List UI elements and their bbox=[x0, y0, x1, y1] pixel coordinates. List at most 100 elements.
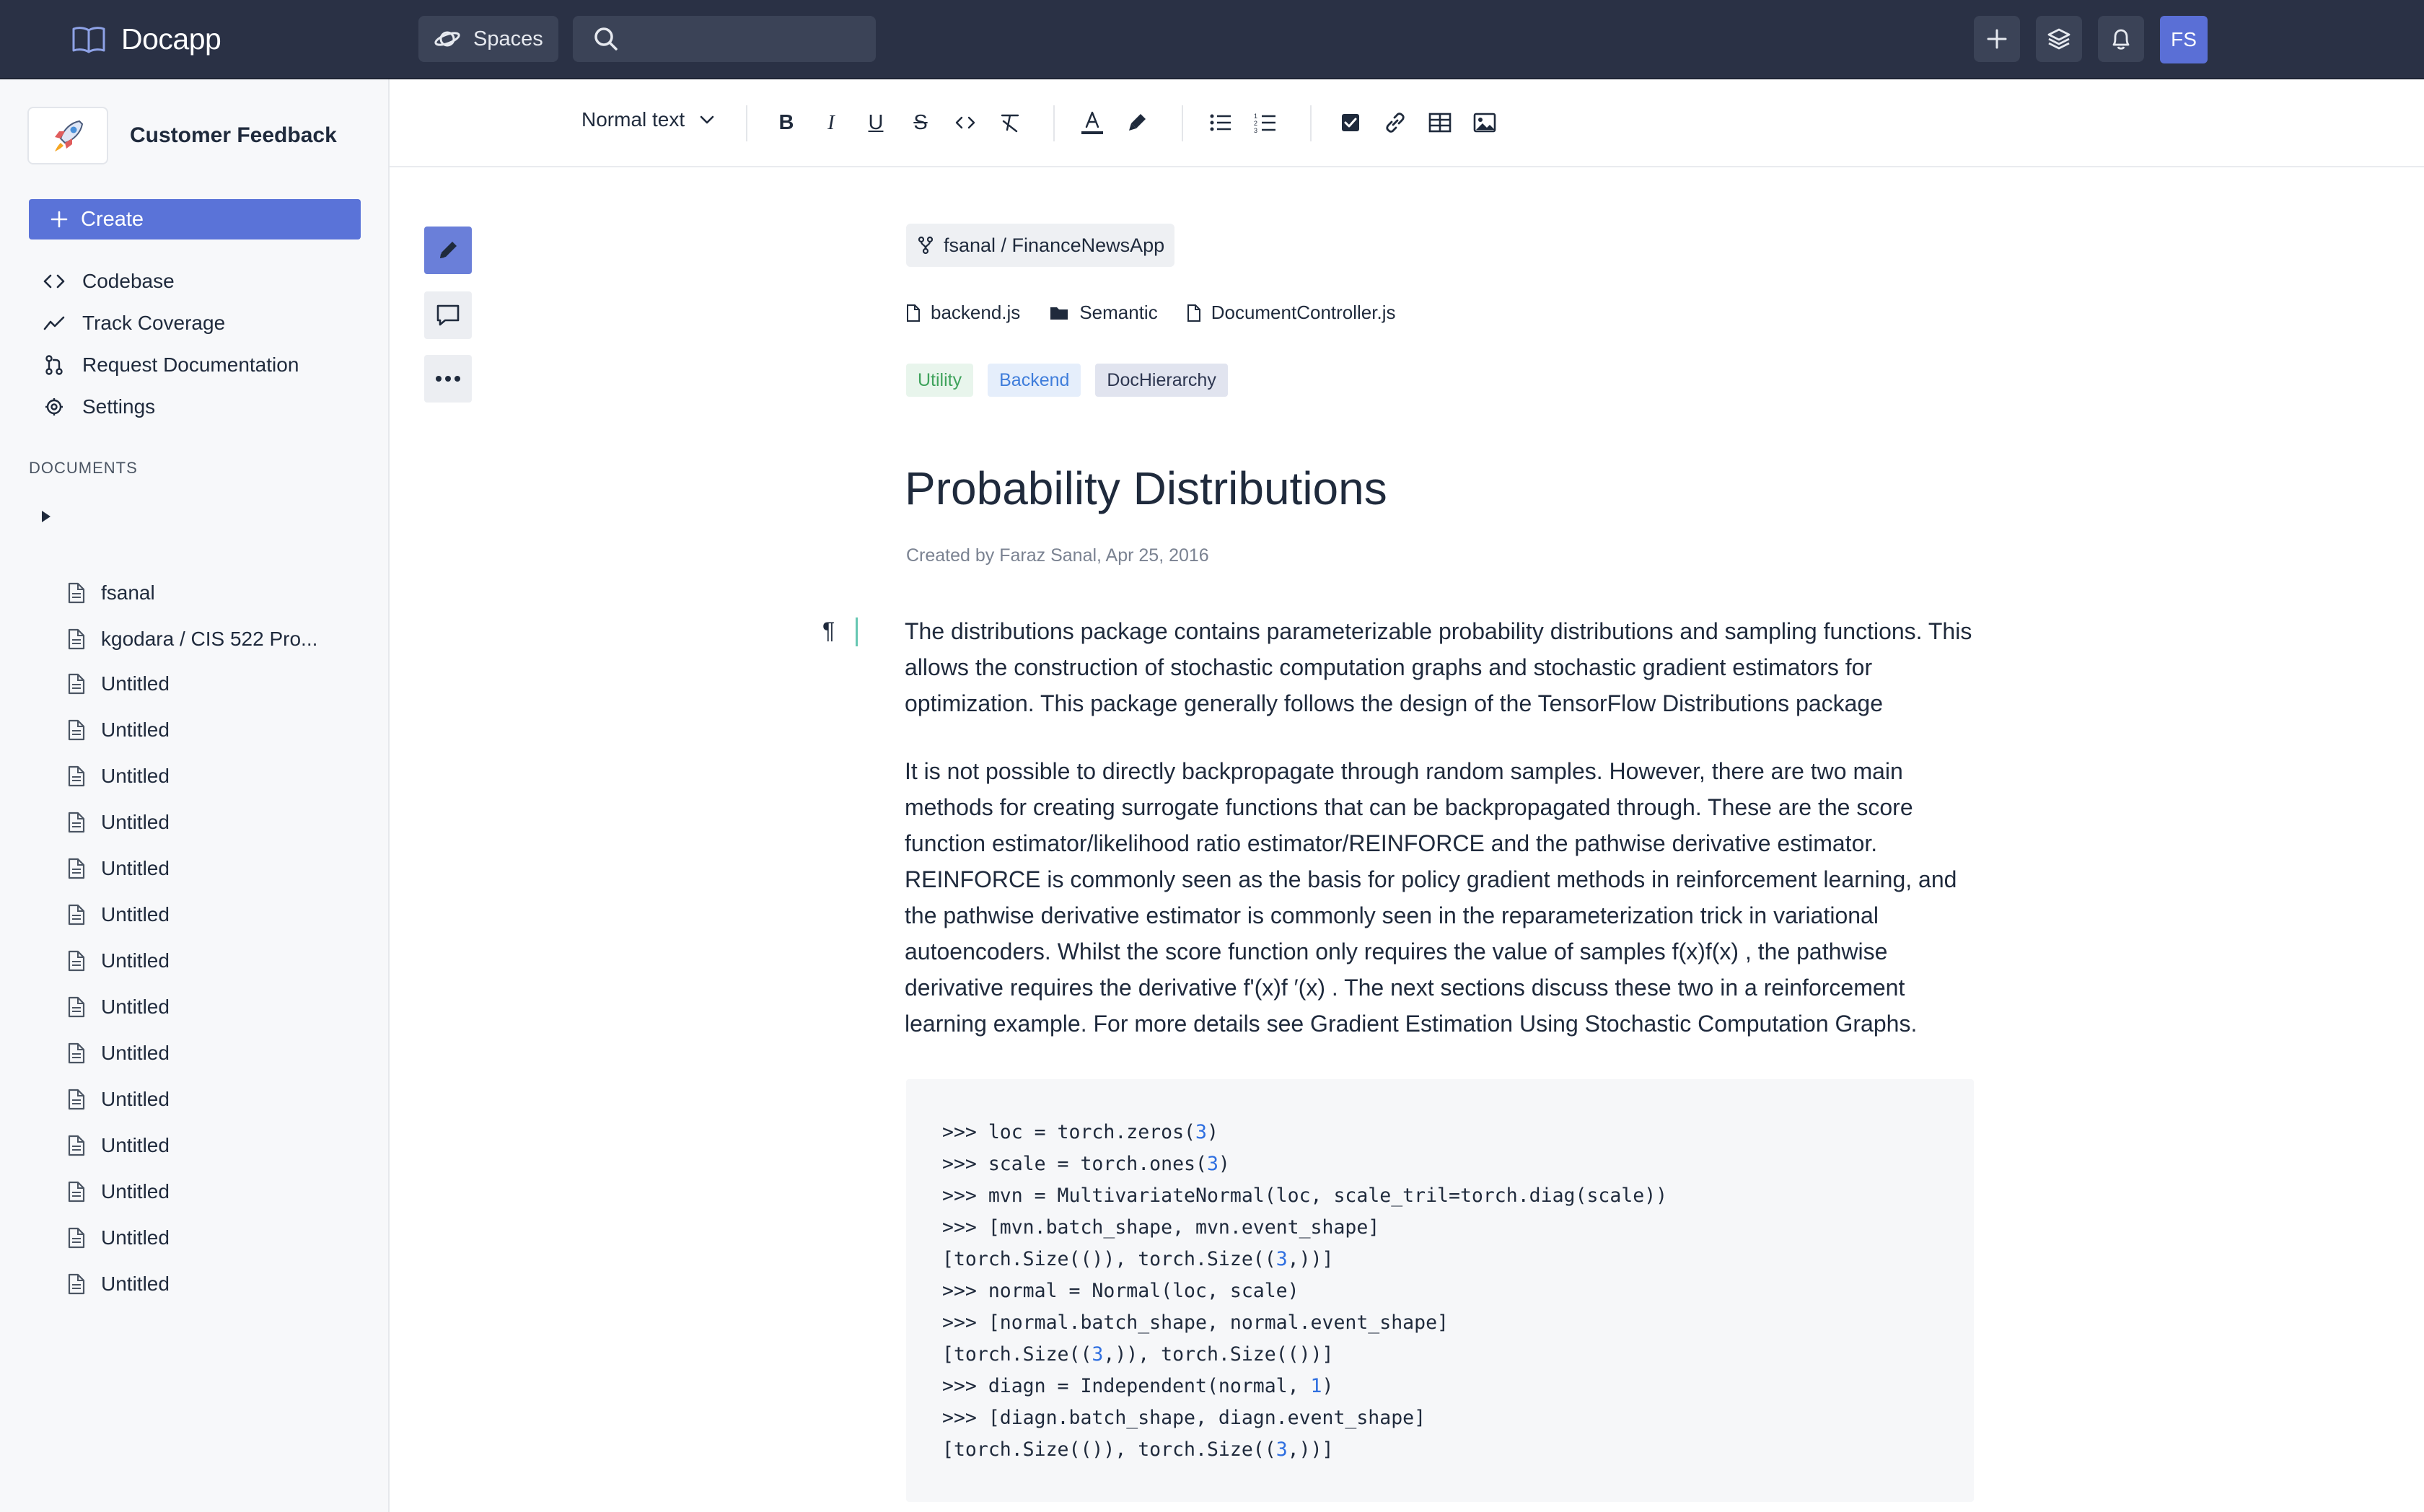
document-item[interactable]: Untitled bbox=[68, 1042, 170, 1065]
document-item[interactable]: Untitled bbox=[68, 718, 170, 742]
bold-icon: B bbox=[778, 110, 794, 134]
document-icon bbox=[68, 1135, 85, 1156]
top-navbar: Docapp Spaces FS bbox=[0, 0, 2424, 79]
document-item[interactable]: kgodara / CIS 522 Pro... bbox=[68, 628, 317, 651]
strikethrough-button[interactable]: S bbox=[905, 107, 936, 139]
tag-dochierarchy[interactable]: DocHierarchy bbox=[1095, 364, 1228, 397]
link-button[interactable] bbox=[1379, 107, 1411, 139]
code-block[interactable]: >>> loc = torch.zeros(3) >>> scale = torc… bbox=[906, 1079, 1974, 1502]
nav-item-track-coverage[interactable]: Track Coverage bbox=[43, 312, 225, 335]
highlight-icon bbox=[1126, 112, 1148, 133]
nav-item-settings[interactable]: Settings bbox=[43, 395, 155, 418]
italic-icon: I bbox=[827, 110, 835, 134]
more-options-button[interactable] bbox=[424, 355, 472, 403]
create-label: Create bbox=[81, 207, 144, 231]
nav-label: Request Documentation bbox=[82, 353, 299, 376]
strikethrough-icon: S bbox=[913, 110, 928, 134]
avatar-initials: FS bbox=[2171, 28, 2197, 50]
code-line: >>> scale = torch.ones(3) bbox=[942, 1153, 1230, 1175]
clear-format-button[interactable] bbox=[994, 107, 1026, 139]
folder-label: Semantic bbox=[1079, 302, 1158, 323]
brand[interactable]: Docapp bbox=[71, 19, 221, 59]
document-item[interactable]: Untitled bbox=[68, 1226, 170, 1249]
paragraph[interactable]: It is not possible to directly backpropa… bbox=[905, 753, 1980, 1042]
document-item[interactable]: Untitled bbox=[68, 857, 170, 880]
italic-button[interactable]: I bbox=[815, 107, 847, 139]
highlight-button[interactable] bbox=[1121, 107, 1153, 139]
avatar[interactable]: FS bbox=[2160, 16, 2208, 63]
document-item[interactable]: Untitled bbox=[68, 1088, 170, 1111]
document-icon bbox=[68, 673, 85, 695]
document-item[interactable]: Untitled bbox=[68, 765, 170, 788]
spaces-button[interactable]: Spaces bbox=[418, 16, 558, 62]
text-color-button[interactable] bbox=[1076, 107, 1108, 139]
repo-label: fsanal / FinanceNewsApp bbox=[944, 234, 1165, 256]
toolbar-divider bbox=[1053, 105, 1055, 141]
file-link-documentcontroller[interactable]: DocumentController.js bbox=[1187, 302, 1395, 324]
block-cursor bbox=[856, 617, 858, 646]
image-button[interactable] bbox=[1469, 107, 1501, 139]
code-line: >>> mvn = MultivariateNormal(loc, scale_… bbox=[942, 1184, 1668, 1207]
trend-icon bbox=[43, 315, 65, 332]
notifications-button[interactable] bbox=[2098, 16, 2144, 62]
search-box[interactable] bbox=[573, 16, 876, 62]
paragraph[interactable]: The distributions package contains param… bbox=[905, 613, 1980, 721]
layers-button[interactable] bbox=[2036, 16, 2082, 62]
edit-mode-button[interactable] bbox=[424, 227, 472, 274]
clear-format-icon bbox=[999, 113, 1021, 133]
document-icon bbox=[68, 1042, 85, 1064]
text-color-icon bbox=[1080, 110, 1105, 136]
inline-code-button[interactable] bbox=[949, 107, 981, 139]
document-item[interactable]: Untitled bbox=[68, 903, 170, 926]
document-label: Untitled bbox=[101, 1226, 170, 1249]
document-item[interactable]: Untitled bbox=[68, 672, 170, 695]
search-input[interactable] bbox=[632, 27, 851, 51]
nav-item-request-documentation[interactable]: Request Documentation bbox=[43, 353, 299, 377]
folder-icon bbox=[1049, 305, 1069, 321]
file-icon bbox=[906, 304, 921, 322]
page-title[interactable]: Probability Distributions bbox=[905, 462, 1387, 515]
linked-files: backend.js Semantic DocumentController.j… bbox=[906, 302, 1395, 324]
document-item[interactable]: Untitled bbox=[68, 1134, 170, 1157]
bullet-list-button[interactable] bbox=[1205, 107, 1237, 139]
document-icon bbox=[68, 719, 85, 741]
tag-utility[interactable]: Utility bbox=[906, 364, 974, 397]
file-link-backend[interactable]: backend.js bbox=[906, 302, 1020, 324]
text-style-select[interactable]: Normal text bbox=[581, 108, 715, 131]
document-item[interactable]: Untitled bbox=[68, 1273, 170, 1296]
document-item[interactable]: Untitled bbox=[68, 1180, 170, 1203]
space-header[interactable]: Customer Feedback bbox=[27, 107, 337, 164]
tag-backend[interactable]: Backend bbox=[988, 364, 1081, 397]
nav-item-codebase[interactable]: Codebase bbox=[43, 270, 175, 293]
table-button[interactable] bbox=[1424, 107, 1456, 139]
document-icon bbox=[68, 1089, 85, 1110]
code-line: >>> [mvn.batch_shape, mvn.event_shape] bbox=[942, 1216, 1380, 1239]
underline-button[interactable]: U bbox=[860, 107, 892, 139]
numbered-list-button[interactable]: 123 bbox=[1250, 107, 1281, 139]
paragraph-marker-icon[interactable]: ¶ bbox=[822, 617, 835, 644]
plus-icon bbox=[1986, 28, 2008, 50]
checkbox-button[interactable] bbox=[1335, 107, 1366, 139]
checkbox-icon bbox=[1340, 113, 1361, 133]
expand-caret-icon[interactable] bbox=[40, 509, 52, 524]
search-icon bbox=[593, 26, 619, 52]
file-label: backend.js bbox=[931, 302, 1021, 323]
document-item[interactable]: Untitled bbox=[68, 811, 170, 834]
planet-icon bbox=[433, 27, 462, 50]
create-button[interactable]: Create bbox=[29, 199, 361, 239]
document-item[interactable]: Untitled bbox=[68, 995, 170, 1019]
numbered-list-icon: 123 bbox=[1254, 112, 1277, 133]
document-item[interactable]: Untitled bbox=[68, 949, 170, 972]
new-button[interactable] bbox=[1974, 16, 2020, 62]
repo-link[interactable]: fsanal / FinanceNewsApp bbox=[906, 224, 1175, 267]
code-line: [torch.Size(()), torch.Size((3,))] bbox=[942, 1438, 1334, 1461]
document-label: Untitled bbox=[101, 1088, 170, 1110]
toolbar-divider bbox=[746, 105, 747, 141]
bold-button[interactable]: B bbox=[770, 107, 802, 139]
toolbar-divider bbox=[1182, 105, 1183, 141]
comments-button[interactable] bbox=[424, 291, 472, 339]
code-line: >>> [diagn.batch_shape, diagn.event_shap… bbox=[942, 1407, 1426, 1429]
folder-link-semantic[interactable]: Semantic bbox=[1049, 302, 1158, 324]
document-item[interactable]: fsanal bbox=[68, 581, 155, 605]
document-icon bbox=[68, 904, 85, 926]
